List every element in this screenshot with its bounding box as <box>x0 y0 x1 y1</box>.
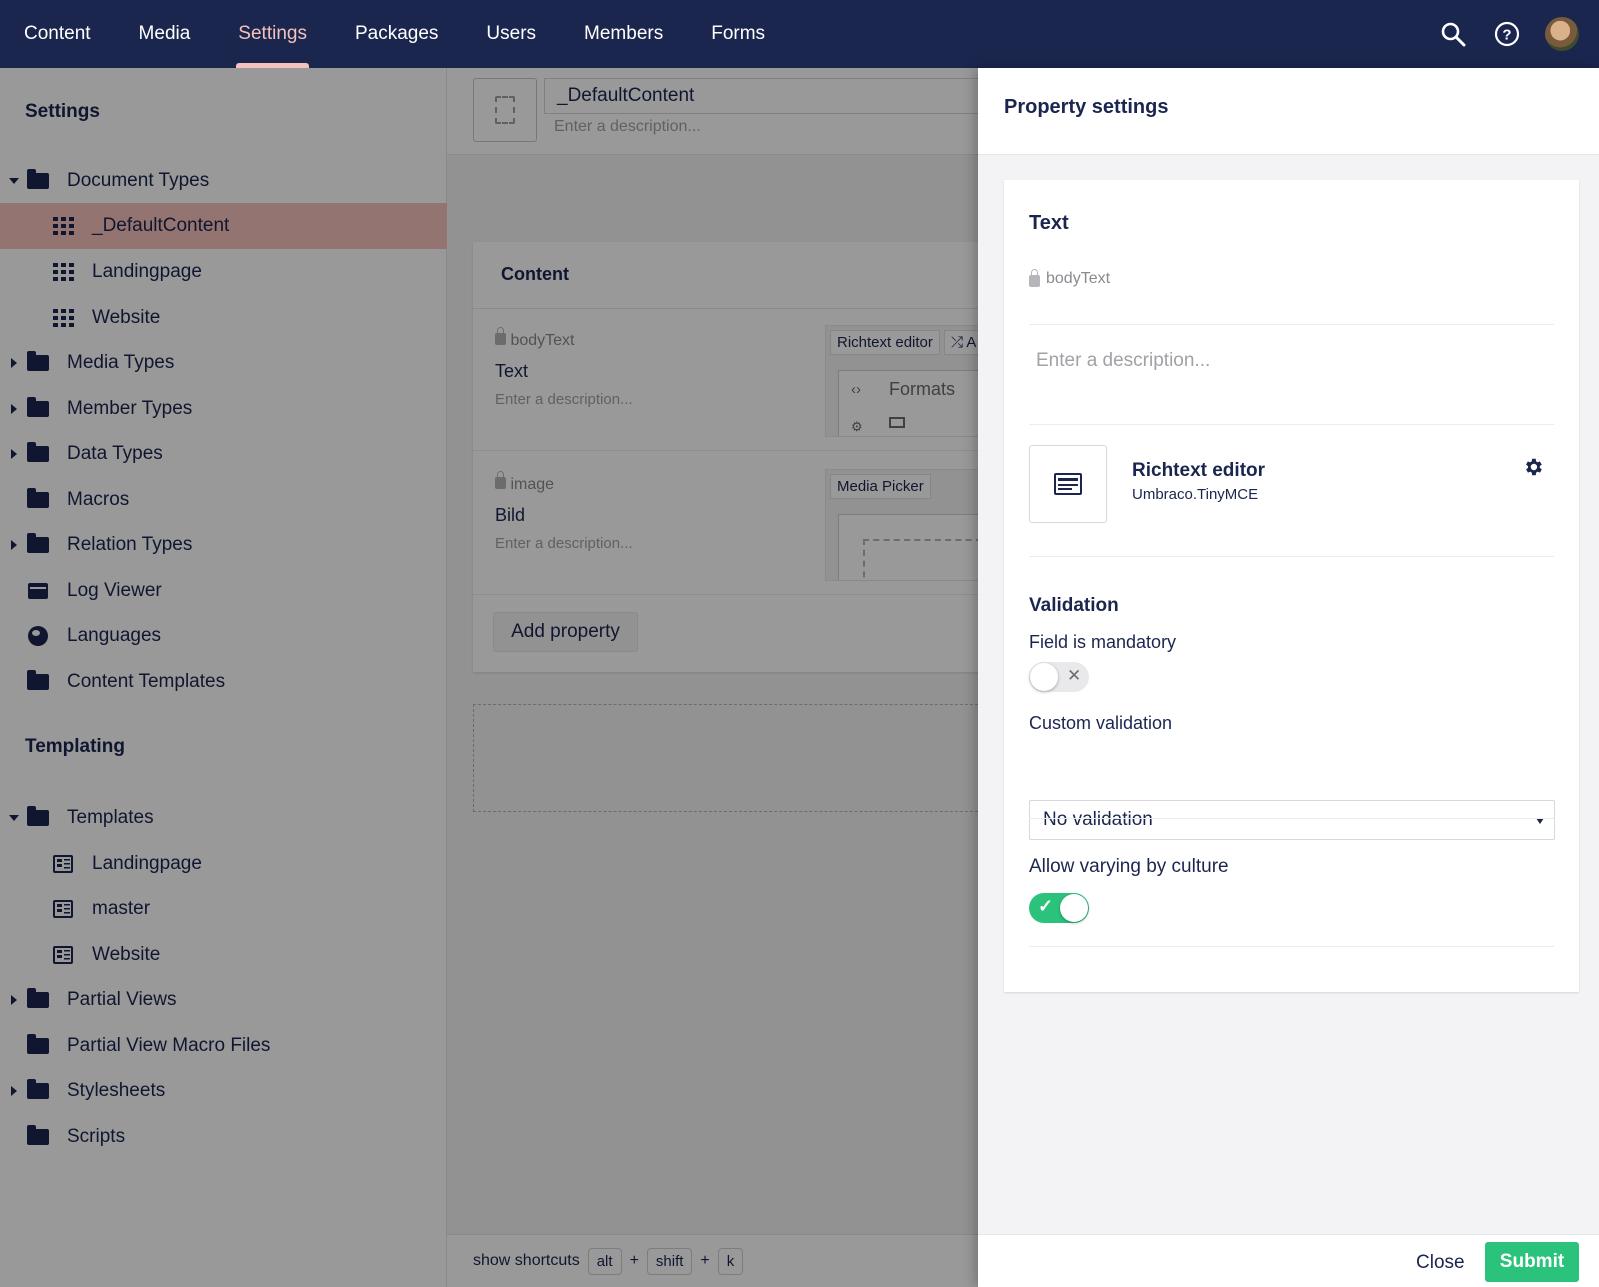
search-icon[interactable] <box>1437 18 1469 50</box>
property-alias-field[interactable]: bodyText <box>1029 269 1111 288</box>
divider <box>1029 818 1554 819</box>
nav-members[interactable]: Members <box>560 0 687 68</box>
property-editor-picker[interactable] <box>1029 445 1107 523</box>
property-name-input[interactable]: Text <box>1029 212 1069 235</box>
nav-forms[interactable]: Forms <box>687 0 789 68</box>
vary-by-culture-toggle[interactable]: ✓ <box>1029 893 1089 923</box>
validation-title: Validation <box>1029 595 1119 616</box>
toggle-knob <box>1030 663 1058 691</box>
property-description-input[interactable]: Enter a description... <box>1036 350 1210 372</box>
alias-text: bodyText <box>1046 270 1111 287</box>
divider <box>1029 324 1554 325</box>
close-icon: ✕ <box>1067 666 1082 685</box>
mandatory-toggle[interactable]: ✕ <box>1029 662 1089 692</box>
select-value: No validation <box>1043 809 1153 830</box>
divider <box>1029 556 1554 557</box>
divider <box>1029 424 1554 425</box>
lock-icon[interactable] <box>1029 269 1040 287</box>
property-settings-panel: Property settings Text bodyText Enter a … <box>978 68 1599 1287</box>
property-editor-name[interactable]: Richtext editor <box>1132 460 1265 482</box>
panel-title: Property settings <box>1004 96 1169 118</box>
nav-content[interactable]: Content <box>0 0 115 68</box>
nav-packages[interactable]: Packages <box>331 0 462 68</box>
top-navigation: Content Media Settings Packages Users Me… <box>0 0 1599 68</box>
mandatory-label: Field is mandatory <box>1029 632 1177 652</box>
property-settings-card: Text bodyText Enter a description... Ric… <box>1004 180 1579 992</box>
user-avatar[interactable] <box>1545 17 1579 51</box>
panel-footer: Close Submit <box>978 1234 1599 1287</box>
submit-button[interactable]: Submit <box>1485 1242 1579 1282</box>
help-icon[interactable]: ? <box>1491 18 1523 50</box>
close-button[interactable]: Close <box>1416 1245 1465 1281</box>
vary-by-culture-label: Allow varying by culture <box>1029 856 1229 877</box>
header-tools: ? <box>1437 0 1579 68</box>
gear-icon[interactable] <box>1522 456 1544 478</box>
richtext-editor-icon <box>1054 473 1082 495</box>
custom-validation-label: Custom validation <box>1029 713 1173 733</box>
divider <box>1029 946 1554 947</box>
nav-media[interactable]: Media <box>115 0 215 68</box>
modal-backdrop[interactable] <box>0 68 978 1287</box>
check-icon: ✓ <box>1038 896 1054 916</box>
property-editor-alias: Umbraco.TinyMCE <box>1132 486 1259 503</box>
nav-users[interactable]: Users <box>462 0 560 68</box>
svg-text:?: ? <box>1502 27 1511 44</box>
toggle-knob <box>1060 894 1088 922</box>
nav-settings[interactable]: Settings <box>214 0 331 68</box>
custom-validation-select[interactable]: No validation <box>1029 800 1555 840</box>
panel-header: Property settings <box>978 68 1599 155</box>
